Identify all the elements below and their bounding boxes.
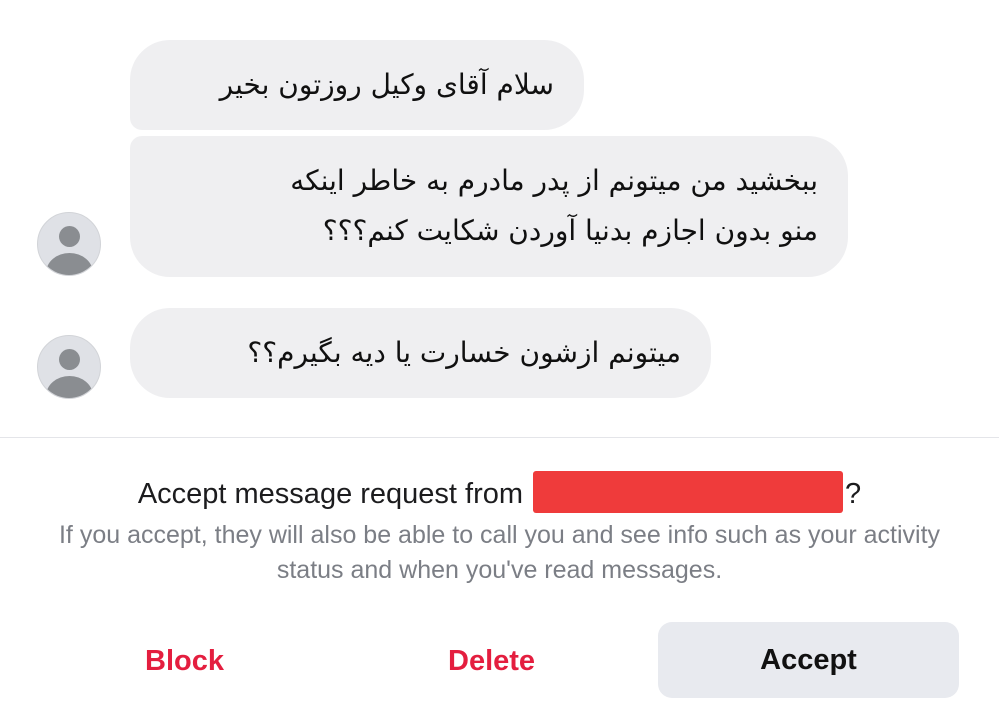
default-user-avatar-icon[interactable] [37,335,101,399]
request-title: Accept message request from? [0,471,999,514]
message-text-line: منو بدون اجازم بدنیا آوردن شکایت کنم؟؟؟ [322,214,818,247]
message-bubble[interactable]: سلام آقای وکیل روزتون بخیر [130,40,584,130]
message-text-line: سلام آقای وکیل روزتون بخیر [219,68,554,101]
request-title-suffix: ? [845,478,862,510]
message-text-line: میتونم ازشون خسارت یا دیه بگیرم؟؟ [247,336,681,369]
redacted-username [533,471,844,514]
request-description: If you accept, they will also be able to… [58,521,941,584]
avatar-body-shape [46,376,93,398]
message-request-screen: سلام آقای وکیل روزتون بخیر ببخشید من میت… [0,0,999,720]
avatar-head-shape [59,349,80,370]
block-button[interactable]: Block [145,640,224,682]
message-text-line: ببخشید من میتونم از پدر مادرم به خاطر ای… [290,164,818,197]
delete-button[interactable]: Delete [448,640,535,682]
avatar-head-shape [59,226,80,247]
default-user-avatar-icon[interactable] [37,212,101,276]
avatar-body-shape [46,253,93,275]
request-title-prefix: Accept message request from [137,478,524,510]
divider [0,437,999,438]
accept-button[interactable]: Accept [658,622,959,698]
message-bubble[interactable]: ببخشید من میتونم از پدر مادرم به خاطر ای… [130,136,848,277]
message-bubble[interactable]: میتونم ازشون خسارت یا دیه بگیرم؟؟ [130,308,711,398]
